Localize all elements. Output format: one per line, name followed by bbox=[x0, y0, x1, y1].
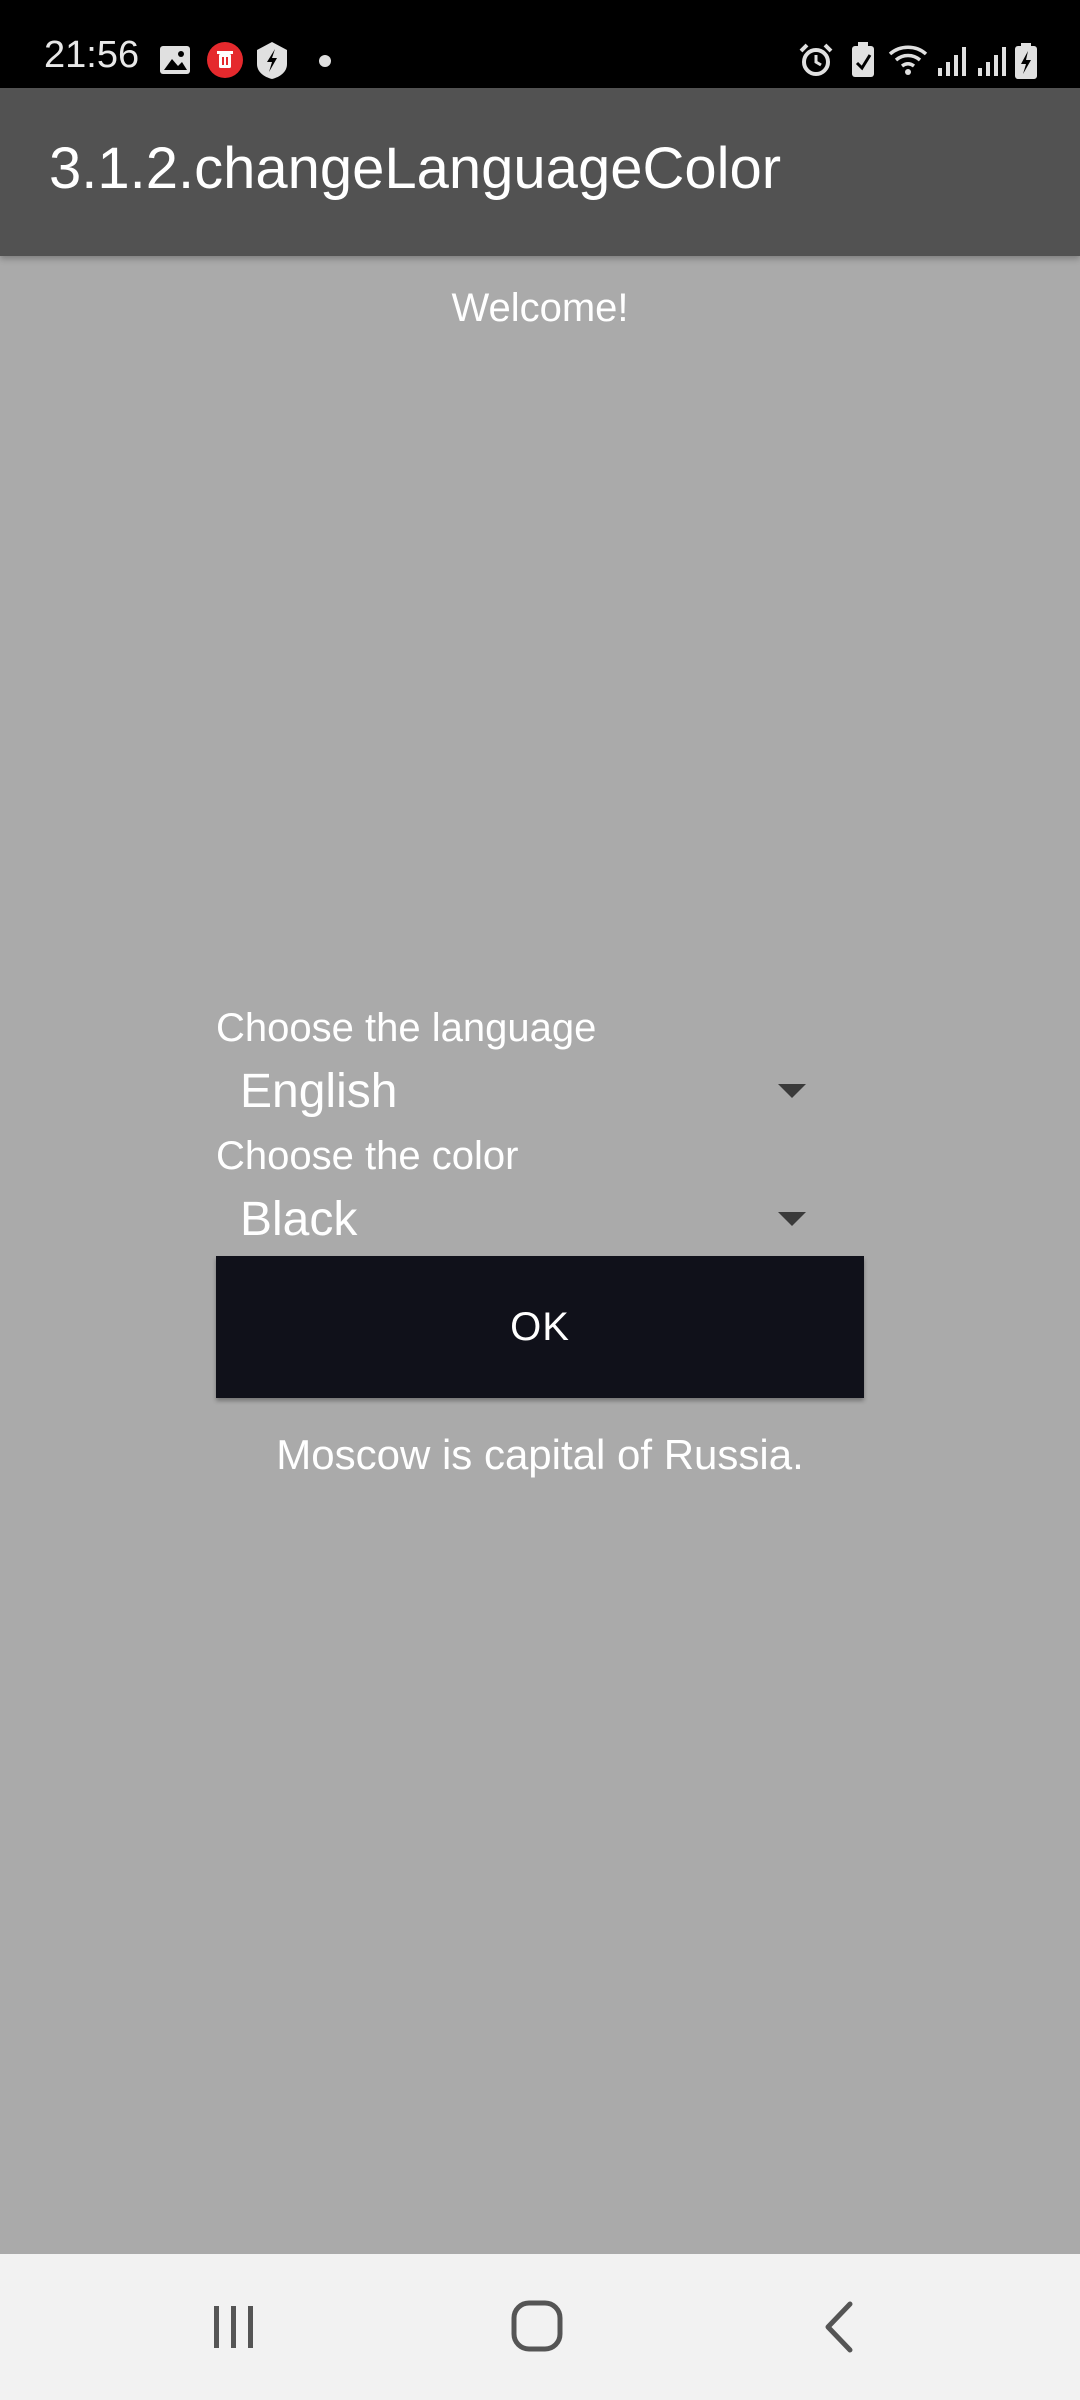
dot-icon bbox=[319, 55, 331, 67]
back-icon[interactable] bbox=[780, 2282, 900, 2372]
wifi-icon bbox=[888, 45, 928, 75]
status-time: 21:56 bbox=[44, 34, 140, 76]
delete-notification-icon bbox=[207, 42, 243, 78]
image-icon bbox=[160, 46, 190, 74]
color-label: Choose the color bbox=[216, 1134, 519, 1178]
language-spinner-value: English bbox=[240, 1065, 398, 1118]
dropdown-arrow-icon bbox=[778, 1212, 806, 1226]
status-bar: 21:56 bbox=[0, 0, 1080, 88]
battery-saver-icon bbox=[852, 42, 874, 77]
app-toolbar: 3.1.2.changeLanguageColor bbox=[0, 88, 1080, 256]
color-spinner[interactable]: Black bbox=[216, 1182, 816, 1256]
signal-icon bbox=[978, 47, 1006, 76]
welcome-text: Welcome! bbox=[451, 286, 629, 330]
language-spinner[interactable]: English bbox=[216, 1054, 816, 1128]
navigation-bar bbox=[0, 2254, 1080, 2400]
color-spinner-value: Black bbox=[240, 1193, 358, 1246]
language-label: Choose the language bbox=[216, 1006, 597, 1050]
recent-apps-icon[interactable] bbox=[174, 2282, 294, 2372]
shield-icon bbox=[257, 42, 287, 79]
signal-icon bbox=[938, 47, 966, 76]
app-title: 3.1.2.changeLanguageColor bbox=[49, 136, 782, 201]
ok-button[interactable]: OK bbox=[216, 1256, 864, 1398]
alarm-icon bbox=[799, 43, 833, 76]
home-icon[interactable] bbox=[477, 2282, 597, 2372]
result-text: Moscow is capital of Russia. bbox=[276, 1431, 804, 1478]
dropdown-arrow-icon bbox=[778, 1084, 806, 1098]
battery-icon bbox=[1015, 43, 1037, 79]
